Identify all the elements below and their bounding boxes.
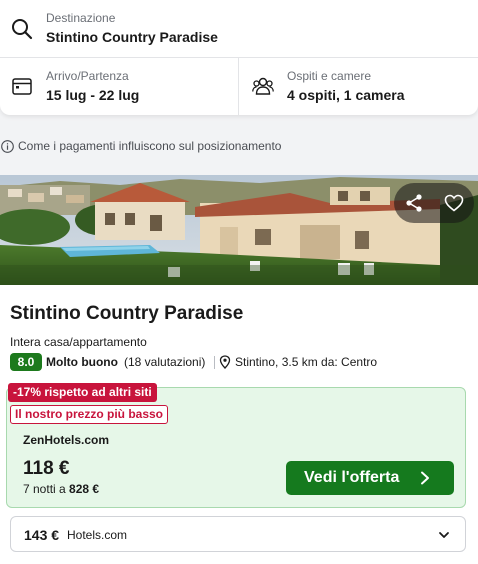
chevron-right-icon xyxy=(421,471,429,485)
ranking-note: Come i pagamenti influiscono sul posizio… xyxy=(18,139,282,153)
alternative-provider: Hotels.com xyxy=(67,528,128,542)
nights-text: 7 notti a xyxy=(23,482,66,496)
destination-value: Stintino Country Paradise xyxy=(46,29,218,45)
discount-tag: -17% rispetto ad altri siti xyxy=(8,383,157,402)
dates-value: 15 lug - 22 lug xyxy=(46,87,140,103)
share-button[interactable] xyxy=(394,183,434,223)
hotel-name[interactable]: Stintino Country Paradise xyxy=(10,303,243,325)
property-type: Intera casa/appartamento xyxy=(10,335,147,349)
dates-label: Arrivo/Partenza xyxy=(46,69,129,83)
score-badge: 8.0 xyxy=(10,353,42,371)
heart-icon xyxy=(444,194,464,212)
total-price: 828 € xyxy=(69,482,100,496)
dates-field[interactable]: Arrivo/Partenza 15 lug - 22 lug xyxy=(0,58,239,115)
location-pin-icon xyxy=(219,355,231,369)
lowest-price-tag: Il nostro prezzo più basso xyxy=(10,405,169,424)
rating-row: 8.0 Molto buono (18 valutazioni) Stintin… xyxy=(10,353,470,372)
view-offer-button[interactable]: Vedi l'offerta xyxy=(286,461,454,495)
search-form: Destinazione Stintino Country Paradise A… xyxy=(0,0,478,115)
destination-field[interactable]: Destinazione Stintino Country Paradise xyxy=(0,0,478,58)
favorite-button[interactable] xyxy=(434,183,474,223)
hotel-result-card: Stintino Country Paradise Intera casa/ap… xyxy=(0,285,478,564)
search-icon xyxy=(12,19,33,40)
calendar-icon xyxy=(12,78,32,95)
view-offer-label: Vedi l'offerta xyxy=(304,469,400,486)
ranking-info-link[interactable]: Come i pagamenti influiscono sul posizio… xyxy=(0,138,478,156)
guests-icon xyxy=(252,77,274,95)
photo-actions xyxy=(394,183,474,223)
review-count: (18 valutazioni) xyxy=(124,355,206,369)
guests-field[interactable]: Ospiti e camere 4 ospiti, 1 camera xyxy=(239,58,478,115)
guests-label: Ospiti e camere xyxy=(287,69,372,83)
alternative-price-row[interactable]: 143 € Hotels.com xyxy=(10,516,466,552)
destination-label: Destinazione xyxy=(46,11,116,25)
alternative-price: 143 € xyxy=(24,527,60,543)
share-icon xyxy=(406,194,422,212)
deal-provider: ZenHotels.com xyxy=(23,433,110,447)
chevron-down-icon xyxy=(439,532,449,538)
score-label: Molto buono xyxy=(46,355,118,369)
info-icon xyxy=(1,140,14,153)
divider xyxy=(214,356,215,369)
location-text[interactable]: Stintino, 3.5 km da: Centro xyxy=(235,355,377,369)
best-deal-box[interactable]: -17% rispetto ad altri siti Il nostro pr… xyxy=(6,383,466,508)
guests-value: 4 ospiti, 1 camera xyxy=(287,87,405,103)
deal-total: 7 notti a 828 € xyxy=(23,482,99,496)
deal-price: 118 € xyxy=(23,458,70,479)
